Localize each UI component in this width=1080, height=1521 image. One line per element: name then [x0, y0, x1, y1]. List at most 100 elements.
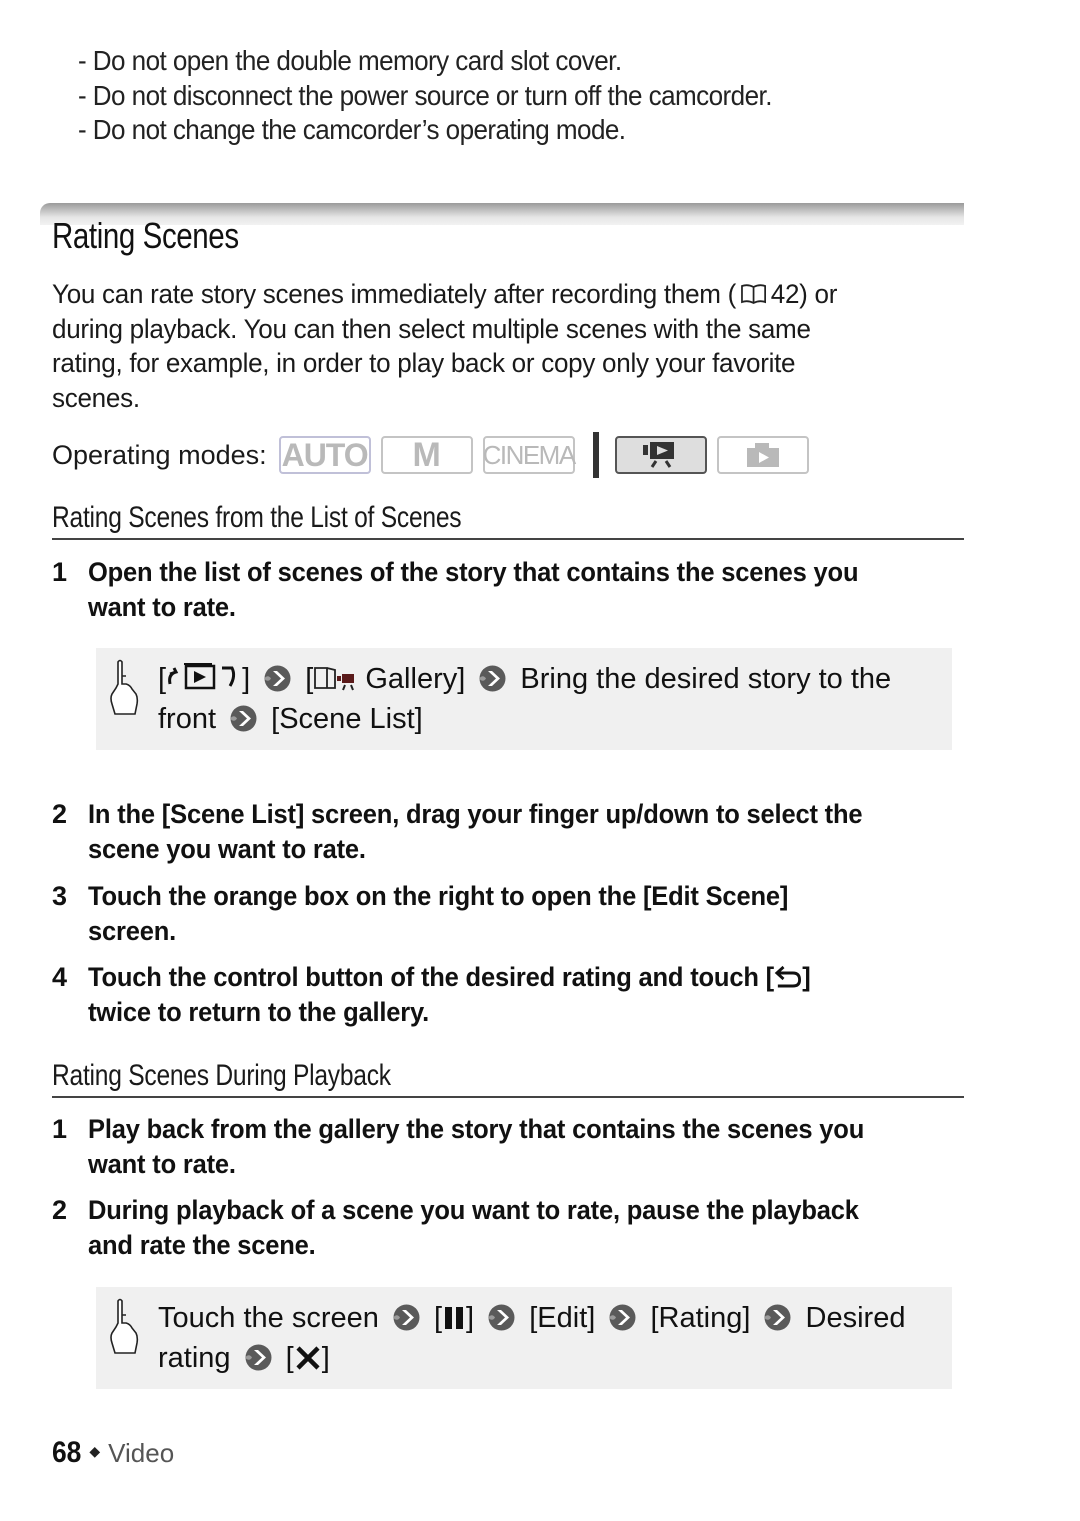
subsection-heading: Rating Scenes from the List of Scenes	[52, 498, 964, 540]
bracket: [	[305, 663, 314, 695]
step-line: During playback of a scene you want to r…	[88, 1195, 859, 1225]
next-step-arrow-icon	[479, 665, 506, 692]
step-number: 4	[52, 962, 68, 992]
step-text: During playback of a scene you want to r…	[88, 1193, 972, 1262]
intro-line: You can rate story scenes immediately af…	[52, 277, 949, 312]
procedure-line: [] [ Gallery] Bring the desired story to…	[158, 660, 952, 700]
procedure-line: front [Scene List]	[158, 700, 952, 740]
step-line: Play back from the gallery the story tha…	[88, 1114, 865, 1144]
step-line: want to rate.	[88, 591, 236, 622]
step-text: Open the list of scenes of the story tha…	[88, 555, 972, 624]
step-line: Touch the orange box on the right to ope…	[88, 881, 789, 911]
bracket: ]	[466, 1302, 475, 1334]
footer-section-label: Video	[108, 1438, 175, 1468]
procedure-text: rating	[158, 1341, 231, 1374]
step-text-fragment: ]	[802, 962, 811, 992]
warning-item: - Do not change the camcorder’s operatin…	[78, 114, 626, 145]
step-line: and rate the scene.	[88, 1229, 316, 1260]
warning-item: - Do not disconnect the power source or …	[78, 79, 772, 111]
playback-mode-button-icon[interactable]	[166, 662, 242, 692]
procedure-line: Touch the screen [] [Edit] [Rating] Desi…	[158, 1299, 952, 1339]
bracket: [	[158, 663, 167, 695]
step-item: 3 Touch the orange box on the right to o…	[52, 879, 972, 948]
procedure-text: Bring the desired story to the	[520, 663, 892, 695]
gallery-button-label[interactable]: Gallery]	[365, 663, 465, 695]
procedure-text: Touch the screen	[158, 1302, 379, 1334]
step-line: screen.	[88, 915, 177, 946]
step-line: want to rate.	[88, 1148, 236, 1179]
book-reference-icon	[740, 284, 766, 305]
subsection-heading: Rating Scenes During Playback	[52, 1056, 964, 1098]
next-step-arrow-icon	[764, 1304, 791, 1331]
step-item: 4 Touch the control button of the desire…	[52, 960, 972, 1029]
mode-separator	[592, 432, 599, 478]
touch-hand-icon	[110, 1298, 139, 1354]
step-number: 1	[52, 1114, 68, 1144]
procedure-text: Desired	[805, 1302, 906, 1334]
intro-text: You can rate story scenes immediately af…	[52, 279, 737, 309]
diamond-separator-icon: ◆	[89, 1443, 101, 1459]
mode-auto-icon: AUTO	[278, 436, 371, 474]
step-item: 1 Play back from the gallery the story t…	[52, 1112, 972, 1181]
mode-manual-icon: M	[380, 436, 473, 474]
step-number: 3	[52, 881, 68, 911]
bracket: ]	[242, 663, 251, 695]
step-text: In the [Scene List] screen, drag your fi…	[88, 797, 972, 866]
step-item: 2 During playback of a scene you want to…	[52, 1193, 972, 1262]
step-number: 1	[52, 557, 68, 587]
step-number: 2	[52, 1195, 68, 1225]
step-text: Touch the control button of the desired …	[88, 960, 972, 1029]
step-item: 2 In the [Scene List] screen, drag your …	[52, 797, 972, 866]
bracket: ]	[321, 1341, 330, 1374]
camera-icon	[746, 443, 779, 467]
procedure-box: [] [ Gallery] Bring the desired story to…	[96, 648, 952, 750]
bracket: [	[285, 1341, 294, 1374]
pause-icon[interactable]	[442, 1305, 466, 1331]
step-line: Open the list of scenes of the story tha…	[88, 557, 859, 587]
next-step-arrow-icon	[609, 1304, 636, 1331]
step-line: twice to return to the gallery.	[88, 996, 430, 1027]
step-number: 2	[52, 799, 68, 829]
step-line: In the [Scene List] screen, drag your fi…	[88, 799, 863, 829]
next-step-arrow-icon	[264, 665, 291, 692]
step-text: Touch the orange box on the right to ope…	[88, 879, 972, 948]
operating-modes: Operating modes: AUTO M CINEMA	[52, 432, 819, 478]
back-return-icon[interactable]	[774, 964, 802, 990]
procedure-line: rating []	[158, 1339, 952, 1379]
subsection-title: Rating Scenes from the List of Scenes	[52, 501, 462, 534]
bracket: [	[433, 1302, 443, 1334]
intro-line: scenes.	[52, 383, 140, 414]
procedure-box: Touch the screen [] [Edit] [Rating] Desi…	[96, 1287, 952, 1389]
page-reference[interactable]: 42) or	[771, 279, 838, 309]
procedure-text: front	[158, 702, 217, 735]
next-step-arrow-icon	[244, 1344, 272, 1370]
scene-list-button-label[interactable]: [Scene List]	[271, 703, 423, 735]
mode-photo-playback-icon	[716, 436, 809, 474]
step-line: Touch the control button of the desired …	[88, 960, 923, 995]
step-text-fragment: Touch the control button of the desired …	[88, 962, 774, 992]
intro-line: rating, for example, in order to play ba…	[52, 348, 796, 379]
subsection-title: Rating Scenes During Playback	[52, 1059, 391, 1092]
warning-list: - Do not open the double memory card slo…	[78, 44, 824, 148]
gallery-icon	[314, 667, 355, 691]
intro-paragraph: You can rate story scenes immediately af…	[52, 277, 982, 416]
next-step-arrow-icon	[230, 705, 257, 731]
step-text: Play back from the gallery the story tha…	[88, 1112, 972, 1181]
intro-line: during playback. You can then select mul…	[52, 313, 811, 344]
warning-item: - Do not open the double memory card slo…	[78, 45, 622, 76]
section-title: Rating Scenes	[52, 215, 239, 256]
step-item: 1 Open the list of scenes of the story t…	[52, 555, 972, 624]
mode-video-playback-icon	[614, 436, 707, 474]
mode-cinema-icon: CINEMA	[483, 436, 576, 474]
touch-hand-icon	[110, 659, 139, 715]
edit-button-label[interactable]: [Edit]	[529, 1302, 595, 1334]
close-icon[interactable]	[294, 1345, 322, 1371]
next-step-arrow-icon	[392, 1304, 420, 1331]
page-footer: 68 ◆ Video	[52, 1436, 174, 1470]
operating-modes-label: Operating modes:	[52, 439, 267, 470]
rating-button-label[interactable]: [Rating]	[650, 1302, 750, 1334]
next-step-arrow-icon	[488, 1304, 515, 1331]
step-line: scene you want to rate.	[88, 833, 366, 864]
page-number: 68	[52, 1436, 82, 1469]
movie-camera-icon	[642, 442, 674, 468]
